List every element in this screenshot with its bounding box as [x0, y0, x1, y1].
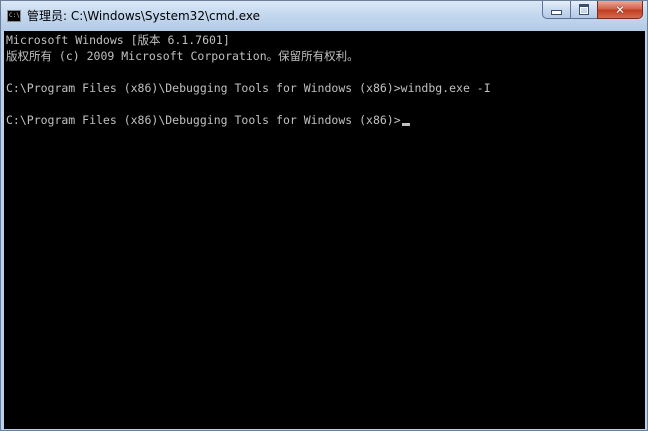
window-controls: ✕ — [542, 1, 643, 21]
cmd-window: C:\ 管理员: C:\Windows\System32\cmd.exe ✕ M… — [0, 0, 648, 431]
maximize-icon — [579, 4, 589, 15]
minimize-button[interactable] — [542, 1, 570, 19]
close-button[interactable]: ✕ — [597, 1, 643, 19]
cmd-console-icon[interactable]: C:\ — [7, 10, 21, 22]
maximize-button[interactable] — [570, 1, 597, 19]
console-prompt: C:\Program Files (x86)\Debugging Tools f… — [6, 113, 401, 127]
close-icon: ✕ — [614, 2, 626, 17]
text-cursor — [401, 123, 410, 126]
console-line-command: C:\Program Files (x86)\Debugging Tools f… — [6, 81, 491, 95]
console-line-version: Microsoft Windows [版本 6.1.7601] — [6, 33, 230, 47]
console-output[interactable]: Microsoft Windows [版本 6.1.7601] 版权所有 (c)… — [4, 31, 645, 429]
window-title: 管理员: C:\Windows\System32\cmd.exe — [27, 9, 260, 23]
minimize-icon — [551, 10, 562, 15]
console-line-copyright: 版权所有 (c) 2009 Microsoft Corporation。保留所有… — [6, 49, 359, 63]
title-bar[interactable]: C:\ 管理员: C:\Windows\System32\cmd.exe ✕ — [1, 1, 647, 31]
console-prompt-line[interactable]: C:\Program Files (x86)\Debugging Tools f… — [6, 112, 410, 128]
